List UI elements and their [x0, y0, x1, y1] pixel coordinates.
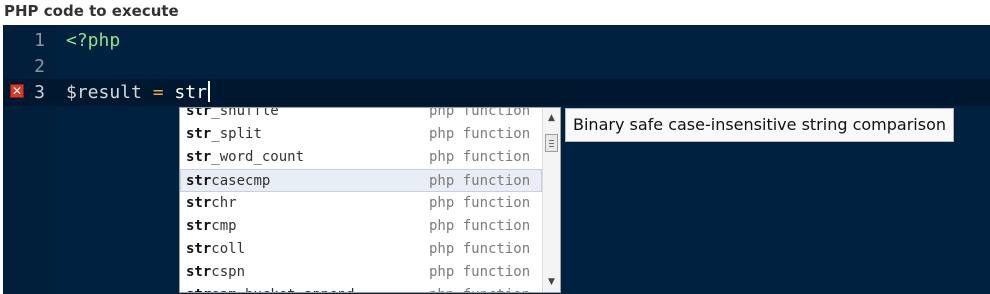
- autocomplete-item[interactable]: strcoll php function: [180, 238, 542, 261]
- suggestion-type: php function: [429, 218, 531, 234]
- suggestion-name: str_word_count: [186, 146, 304, 169]
- code-variable: $result: [66, 82, 142, 103]
- suggestion-name: str_split: [186, 123, 262, 146]
- suggestion-rest: casecmp: [211, 173, 271, 189]
- suggestion-rest: _split: [211, 126, 262, 142]
- code-line-active[interactable]: ✕ 3 $result = str: [3, 79, 990, 106]
- suggestion-match: str: [186, 287, 211, 292]
- suggestion-name: strcasecmp: [186, 170, 270, 193]
- suggestion-rest: _shuffle: [211, 107, 279, 119]
- suggestion-name: stream_bucket_append: [186, 284, 355, 292]
- suggestion-name: str_shuffle: [186, 107, 279, 123]
- line-number: 3: [34, 82, 45, 103]
- line-number: 2: [34, 56, 45, 77]
- autocomplete-list[interactable]: str_shuffle php function str_split php func…: [180, 107, 542, 292]
- suggestion-rest: chr: [211, 195, 237, 211]
- autocomplete-item[interactable]: strchr php function: [180, 192, 542, 215]
- suggestion-name: strcoll: [186, 238, 245, 261]
- scroll-up-arrow-icon[interactable]: ▲: [543, 110, 560, 126]
- code-line[interactable]: 2: [3, 53, 990, 80]
- autocomplete-item[interactable]: strcspn php function: [180, 261, 542, 284]
- suggestion-type: php function: [429, 107, 531, 119]
- autocomplete-item[interactable]: str_word_count php function: [180, 146, 542, 169]
- suggestion-name: strcspn: [186, 261, 245, 284]
- suggestion-type: php function: [429, 126, 531, 142]
- scroll-down-arrow-icon[interactable]: ▼: [543, 274, 560, 290]
- php-open-tag: <?php: [66, 30, 121, 51]
- suggestion-match: str: [186, 107, 212, 119]
- suggestion-match: str: [186, 126, 212, 142]
- autocomplete-item[interactable]: str_split php function: [180, 123, 542, 146]
- code-typed-text: str: [174, 82, 207, 103]
- suggestion-match: str: [186, 173, 212, 189]
- suggestion-rest: cspn: [211, 264, 246, 280]
- suggestion-rest: eam_bucket_append: [211, 287, 354, 292]
- suggestion-type: php function: [429, 173, 531, 189]
- code-line[interactable]: 1 <?php: [3, 27, 990, 54]
- suggestion-match: str: [186, 195, 212, 211]
- doc-tooltip: Binary safe case-insensitive string comp…: [565, 108, 954, 142]
- code-operator: =: [152, 82, 164, 103]
- suggestion-rest: coll: [211, 241, 246, 257]
- suggestion-match: str: [186, 264, 212, 280]
- popup-scrollbar[interactable]: ▲ ▼: [542, 108, 560, 292]
- autocomplete-popup[interactable]: str_shuffle php function str_split php func…: [179, 107, 561, 293]
- line-number: 1: [34, 30, 45, 51]
- suggestion-match: str: [186, 149, 212, 165]
- scrollbar-thumb[interactable]: [545, 134, 558, 152]
- suggestion-match: str: [186, 218, 212, 234]
- autocomplete-item[interactable]: str_shuffle php function: [180, 107, 542, 123]
- suggestion-type: php function: [429, 284, 530, 292]
- suggestion-rest: _word_count: [211, 149, 305, 165]
- autocomplete-item-selected[interactable]: strcasecmp php function: [180, 169, 542, 192]
- suggestion-name: strchr: [186, 192, 237, 215]
- suggestion-type: php function: [429, 149, 531, 165]
- suggestion-rest: cmp: [211, 218, 237, 234]
- text-cursor: [207, 81, 210, 102]
- field-label: PHP code to execute: [4, 2, 179, 20]
- suggestion-type: php function: [429, 195, 531, 211]
- suggestion-name: strcmp: [186, 215, 237, 238]
- autocomplete-item[interactable]: strcmp php function: [180, 215, 542, 238]
- suggestion-type: php function: [429, 264, 531, 280]
- suggestion-type: php function: [429, 241, 531, 257]
- suggestion-match: str: [186, 241, 212, 257]
- autocomplete-item[interactable]: stream_bucket_append php function: [180, 284, 542, 292]
